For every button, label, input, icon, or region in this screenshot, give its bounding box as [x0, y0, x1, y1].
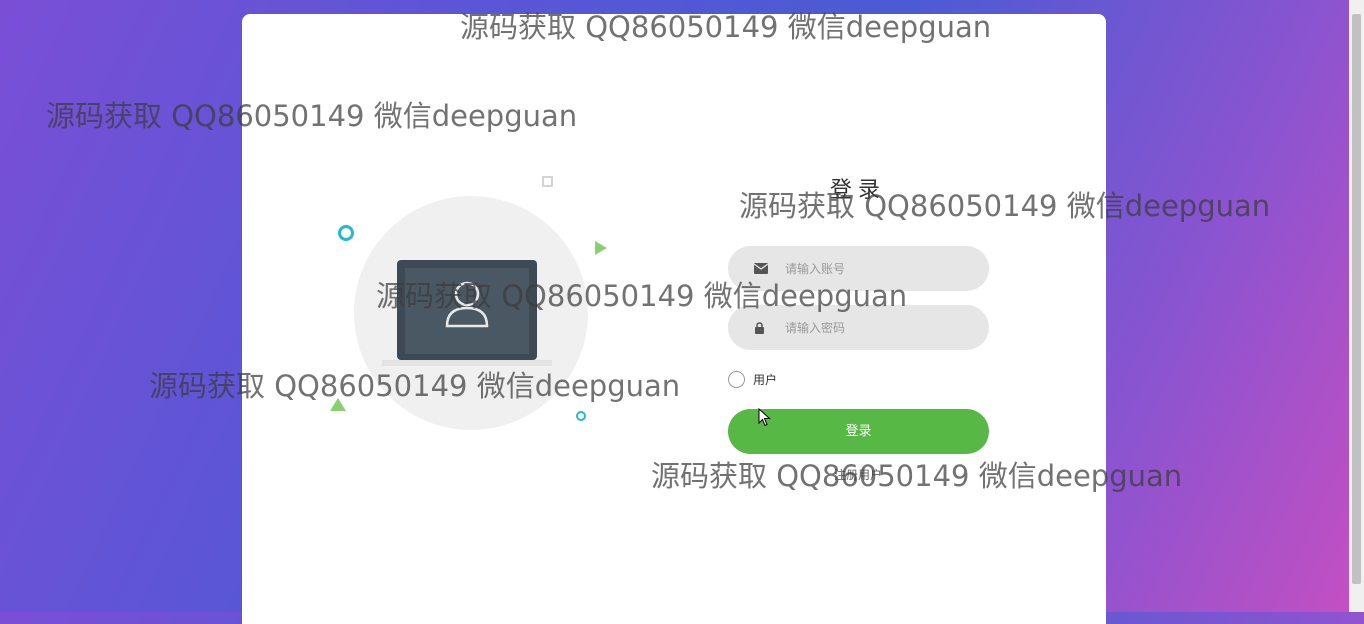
triangle-decoration-icon	[595, 241, 607, 255]
account-input[interactable]	[783, 260, 967, 277]
vertical-scrollbar[interactable]	[1349, 0, 1364, 612]
role-option-user[interactable]: 用户	[728, 371, 777, 388]
scrollbar-thumb[interactable]	[1352, 14, 1361, 584]
triangle-decoration-icon	[330, 398, 346, 411]
laptop-icon	[397, 260, 537, 360]
laptop-base	[382, 360, 552, 366]
square-decoration-icon	[542, 176, 553, 187]
circle-decoration-icon	[576, 411, 586, 421]
password-field[interactable]	[728, 305, 989, 350]
mouse-cursor-icon	[758, 407, 772, 432]
account-field[interactable]	[728, 246, 989, 291]
user-avatar-icon	[445, 281, 489, 328]
password-input[interactable]	[783, 319, 967, 336]
circle-decoration-icon	[338, 225, 354, 241]
login-title: 登录	[829, 178, 886, 203]
register-link[interactable]: 注册用户	[808, 466, 908, 483]
user-role-radio[interactable]	[728, 371, 745, 388]
login-illustration	[330, 170, 630, 440]
user-role-label: 用户	[753, 373, 778, 387]
